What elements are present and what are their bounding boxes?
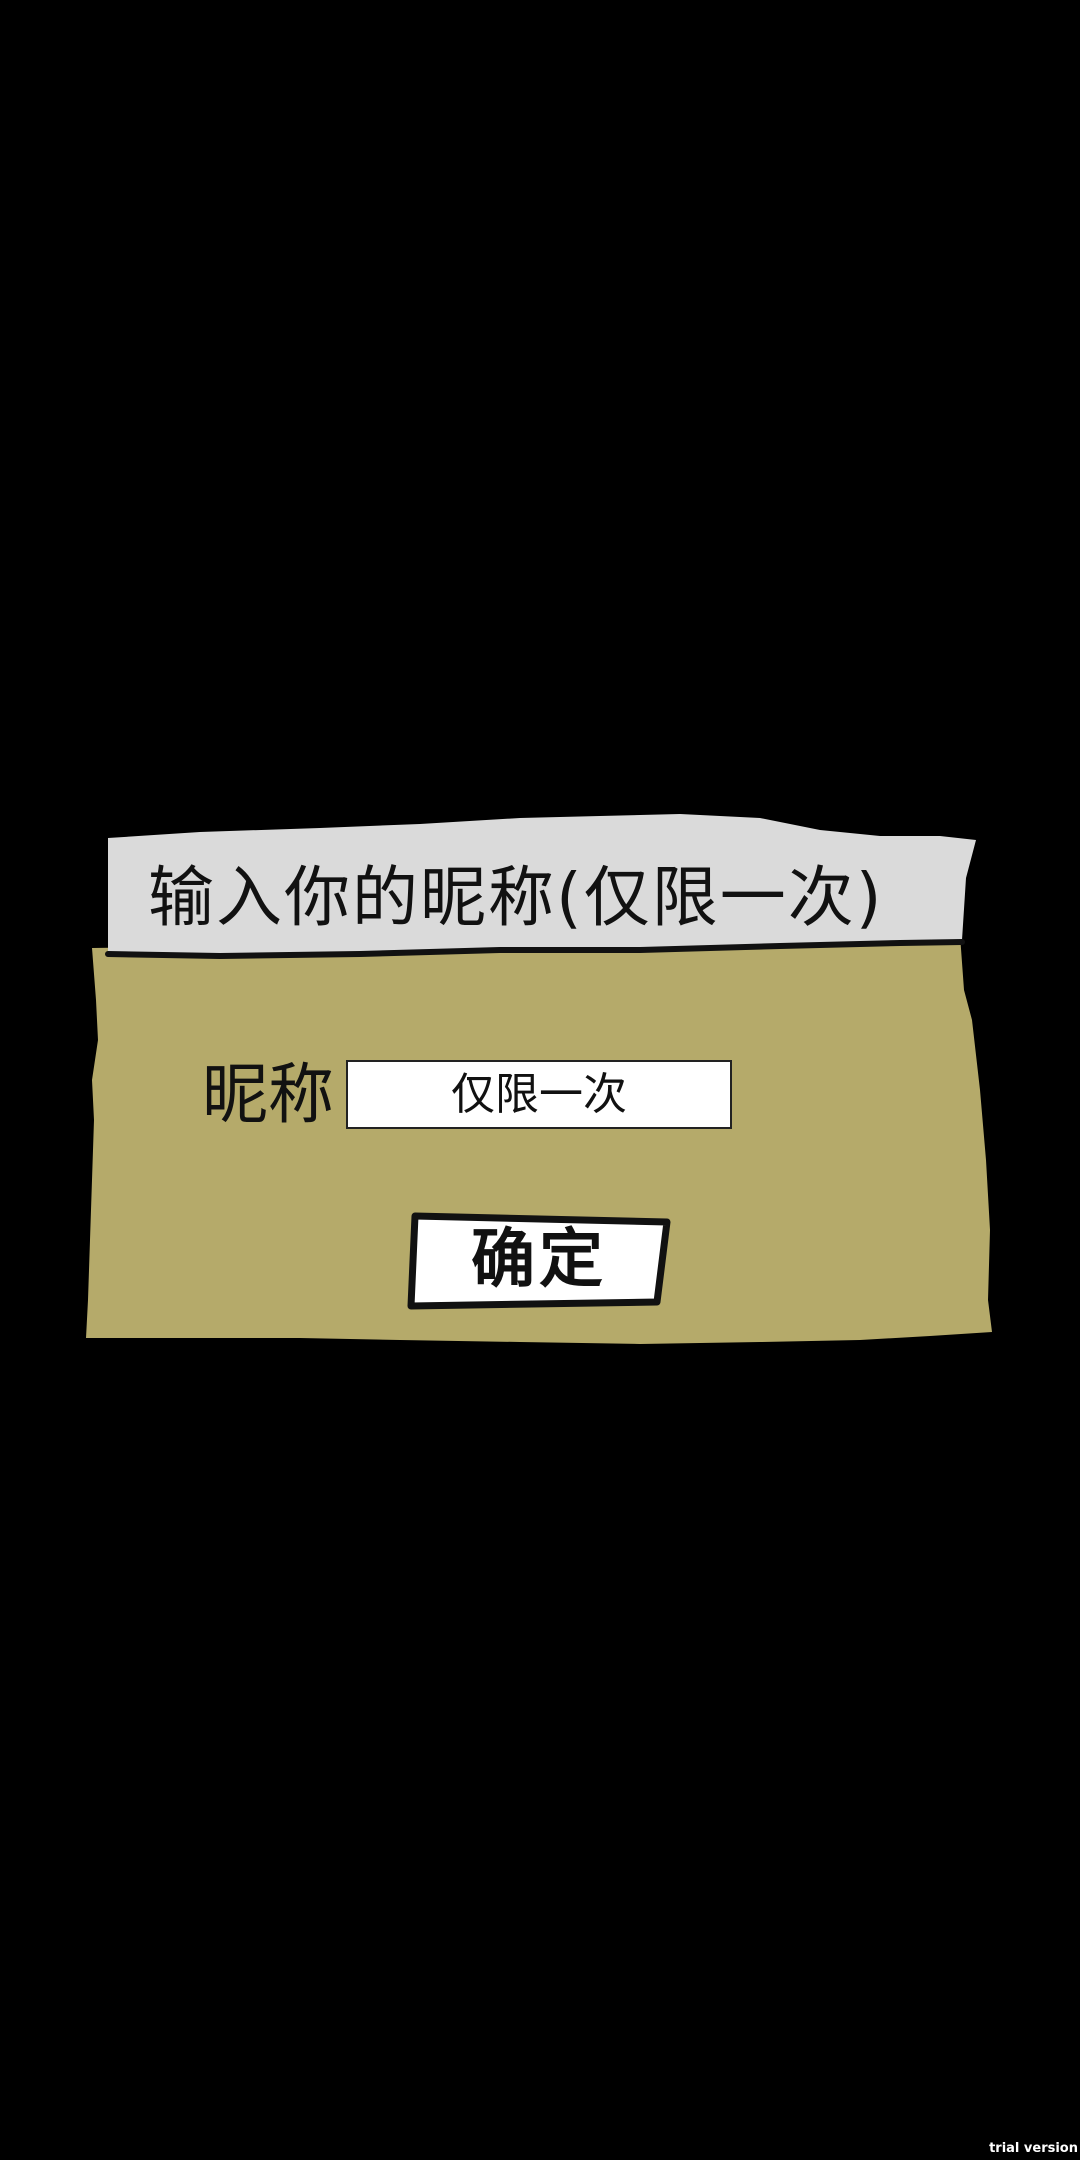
confirm-button-label: 确定 xyxy=(471,1223,607,1297)
confirm-button[interactable]: 确定 xyxy=(405,1210,673,1310)
nickname-label: 昵称 xyxy=(202,1056,334,1133)
trial-version-watermark: trial version xyxy=(989,2141,1078,2156)
nickname-dialog: 输入你的昵称(仅限一次) 昵称 确定 xyxy=(0,0,1080,2160)
game-screen: 输入你的昵称(仅限一次) 昵称 确定 trial version xyxy=(0,0,1080,2160)
dialog-title: 输入你的昵称(仅限一次) xyxy=(148,859,884,936)
nickname-input[interactable] xyxy=(346,1060,732,1129)
